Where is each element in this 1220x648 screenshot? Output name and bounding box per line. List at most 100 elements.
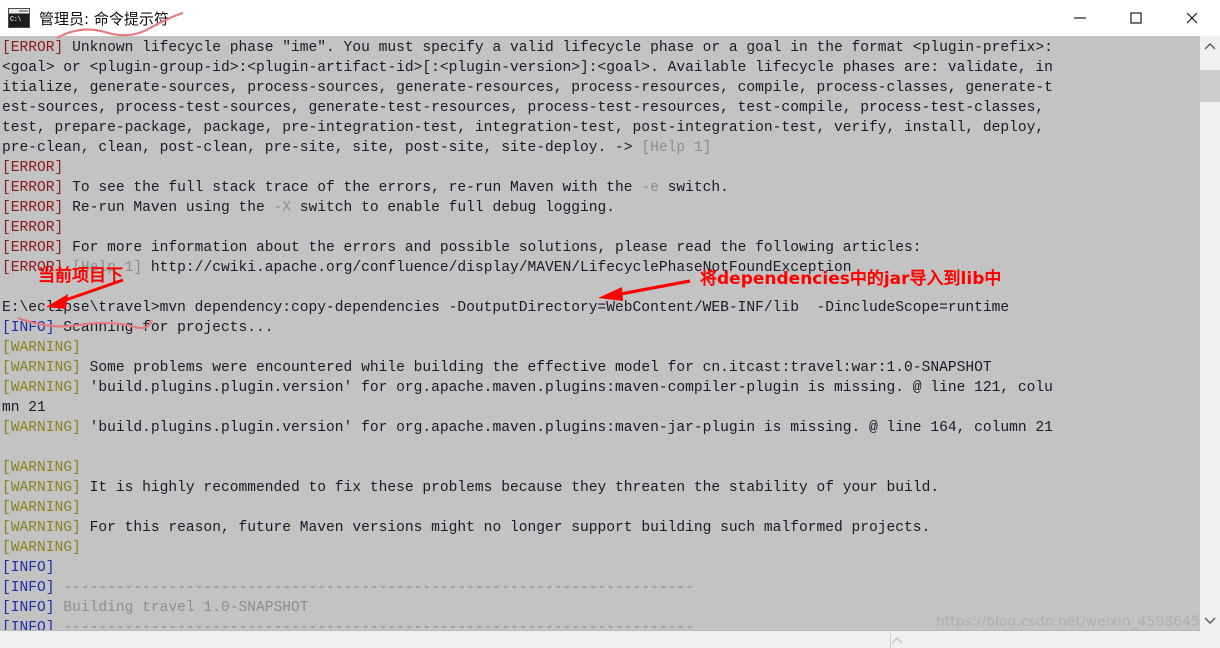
console-line: [INFO] ---------------------------------… — [0, 578, 1200, 598]
maximize-button[interactable] — [1108, 0, 1164, 36]
console-segment-warn: [WARNING] — [2, 540, 81, 556]
console-line: [WARNING] — [0, 498, 1200, 518]
console-segment-dim: [Help 1] — [72, 260, 143, 276]
console-segment-norm: mn 21 — [2, 400, 46, 416]
scroll-up-button[interactable] — [1200, 36, 1220, 56]
window-controls — [1052, 0, 1220, 36]
console-segment-dim: Building travel 1.0-SNAPSHOT — [54, 600, 309, 616]
console-segment-norm: http://cwiki.apache.org/confluence/displ… — [142, 260, 852, 276]
console-segment-err: [ERROR] — [2, 200, 64, 216]
console-line: [WARNING] — [0, 338, 1200, 358]
close-button[interactable] — [1164, 0, 1220, 36]
console-segment-norm: To see the full stack trace of the error… — [63, 180, 642, 196]
scroll-right-button[interactable] — [888, 631, 906, 648]
console-segment-norm: Scanning for projects... — [54, 320, 274, 336]
console-line: [WARNING] It is highly recommended to fi… — [0, 478, 1200, 498]
console-segment-warn: [WARNING] — [2, 520, 81, 536]
console-line: E:\eclipse\travel>mvn dependency:copy-de… — [0, 298, 1200, 318]
console-line: [WARNING] 'build.plugins.plugin.version'… — [0, 378, 1200, 398]
minimize-button[interactable] — [1052, 0, 1108, 36]
console-segment-dim: -e — [641, 180, 659, 196]
console-line: pre-clean, clean, post-clean, pre-site, … — [0, 138, 1200, 158]
console-line: [WARNING] Some problems were encountered… — [0, 358, 1200, 378]
console-line: [ERROR] Unknown lifecycle phase "ime". Y… — [0, 38, 1200, 58]
console-segment-err: [ERROR] — [2, 40, 64, 56]
console-line: [WARNING] For this reason, future Maven … — [0, 518, 1200, 538]
console-segment-norm: 'build.plugins.plugin.version' for org.a… — [80, 420, 1053, 436]
console-line: [ERROR] Re-run Maven using the -X switch… — [0, 198, 1200, 218]
horizontal-scrollbar[interactable] — [0, 630, 1200, 648]
console-segment-warn: [WARNING] — [2, 360, 81, 376]
close-icon — [1186, 12, 1198, 24]
console-segment-norm: Re-run Maven using the — [63, 200, 274, 216]
console-segment-dim: -X — [273, 200, 292, 216]
console-line: [INFO] — [0, 558, 1200, 578]
console-segment-dim: ----------------------------------------… — [54, 580, 694, 596]
console-line: [INFO] Scanning for projects... — [0, 318, 1200, 338]
console-segment-err: [ERROR] — [2, 220, 64, 236]
chevron-up-icon — [1204, 42, 1216, 49]
console-line: [INFO] Building travel 1.0-SNAPSHOT — [0, 598, 1200, 618]
horizontal-scrollbar-thumb[interactable] — [0, 632, 891, 648]
cmd-icon: C:\ — [8, 8, 30, 28]
console-segment-norm: itialize, generate-sources, process-sour… — [2, 80, 1053, 96]
console-line: [WARNING] — [0, 458, 1200, 478]
console-segment-norm: Some problems were encountered while bui… — [80, 360, 992, 376]
console-line: [ERROR] For more information about the e… — [0, 238, 1200, 258]
minimize-icon — [1074, 17, 1086, 19]
console-segment-norm: For this reason, future Maven versions m… — [80, 520, 931, 536]
console-segment-info: [INFO] — [2, 580, 55, 596]
console-line: [WARNING] — [0, 538, 1200, 558]
console-segment-norm: For more information about the errors an… — [63, 240, 922, 256]
vertical-scrollbar[interactable] — [1200, 36, 1220, 630]
console-segment-warn: [WARNING] — [2, 480, 81, 496]
console-segment-warn: [WARNING] — [2, 460, 81, 476]
console-segment-warn: [WARNING] — [2, 420, 81, 436]
console-segment-err: [ERROR] — [2, 260, 64, 276]
window-title: 管理员: 命令提示符 — [39, 9, 169, 28]
console-segment-dim: [Help 1] — [641, 140, 712, 156]
console-line: [ERROR] — [0, 158, 1200, 178]
console-segment-norm: It is highly recommended to fix these pr… — [80, 480, 940, 496]
scrollbar-corner — [1200, 630, 1220, 648]
console-segment-norm: est-sources, process-test-sources, gener… — [2, 100, 1045, 116]
cmd-icon-prompt-text: C:\ — [9, 14, 29, 27]
console-output[interactable]: [ERROR] Unknown lifecycle phase "ime". Y… — [0, 36, 1200, 630]
console-segment-err: [ERROR] — [2, 240, 64, 256]
console-line: [ERROR] [Help 1] http://cwiki.apache.org… — [0, 258, 1200, 278]
console-line: mn 21 — [0, 398, 1200, 418]
console-line: [WARNING] 'build.plugins.plugin.version'… — [0, 418, 1200, 438]
console-segment-err: [ERROR] — [2, 160, 64, 176]
console-segment-warn: [WARNING] — [2, 380, 81, 396]
console-segment-info: [INFO] — [2, 560, 55, 576]
console-segment-warn: [WARNING] — [2, 500, 81, 516]
console-line: <goal> or <plugin-group-id>:<plugin-arti… — [0, 58, 1200, 78]
console-segment-norm — [63, 260, 72, 276]
console-segment-norm: E:\eclipse\travel>mvn dependency:copy-de… — [2, 300, 1010, 316]
maximize-icon — [1130, 12, 1142, 24]
console-segment-info: [INFO] — [2, 620, 55, 630]
console-segment-info: [INFO] — [2, 320, 55, 336]
console-line: [INFO] ---------------------------------… — [0, 618, 1200, 630]
console-segment-norm: test, prepare-package, package, pre-inte… — [2, 120, 1045, 136]
title-bar: C:\ 管理员: 命令提示符 — [0, 0, 1220, 37]
console-segment-norm: <goal> or <plugin-group-id>:<plugin-arti… — [2, 60, 1053, 76]
console-segment-norm: 'build.plugins.plugin.version' for org.a… — [80, 380, 1053, 396]
console-segment-norm: switch to enable full debug logging. — [291, 200, 616, 216]
console-segment-norm: Unknown lifecycle phase "ime". You must … — [63, 40, 1053, 56]
console-segment-norm: pre-clean, clean, post-clean, pre-site, … — [2, 140, 642, 156]
console-line: test, prepare-package, package, pre-inte… — [0, 118, 1200, 138]
console-segment-dim: ----------------------------------------… — [54, 620, 694, 630]
console-segment-info: [INFO] — [2, 600, 55, 616]
console-line: [ERROR] To see the full stack trace of t… — [0, 178, 1200, 198]
console-line: itialize, generate-sources, process-sour… — [0, 78, 1200, 98]
chevron-down-icon — [1204, 617, 1216, 624]
command-prompt-window: C:\ 管理员: 命令提示符 [ERROR] Unknown lifecycle… — [0, 0, 1220, 648]
vertical-scrollbar-thumb[interactable] — [1200, 70, 1220, 102]
console-segment-norm: switch. — [658, 180, 729, 196]
console-segment-warn: [WARNING] — [2, 340, 81, 356]
scroll-down-button[interactable] — [1200, 610, 1220, 630]
console-segment-err: [ERROR] — [2, 180, 64, 196]
